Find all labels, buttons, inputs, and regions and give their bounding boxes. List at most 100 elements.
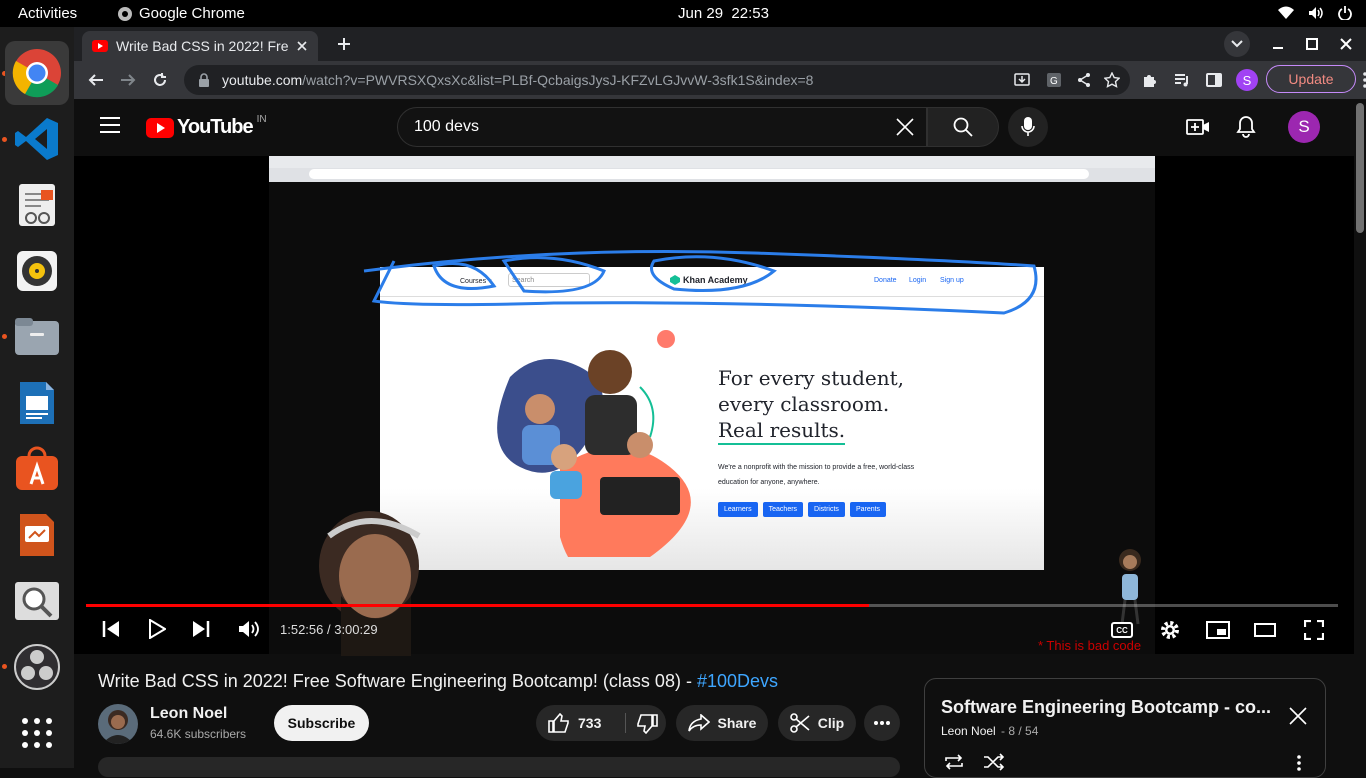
share-icon[interactable] [1076, 72, 1092, 88]
channel-avatar[interactable] [98, 704, 138, 744]
more-actions-button[interactable] [864, 705, 900, 741]
description-box[interactable] [98, 757, 900, 777]
profile-avatar[interactable]: S [1236, 69, 1258, 91]
video-title: Write Bad CSS in 2022! Free Software Eng… [98, 671, 898, 692]
slide-headline-line-2: every classroom. [718, 392, 890, 416]
loop-icon[interactable] [943, 753, 965, 771]
more-horizontal-icon [874, 721, 890, 725]
url-path: /watch?v=PWVRSXQxsXc&list=PLBf-QcbaigsJy… [302, 72, 814, 88]
account-avatar[interactable]: S [1288, 111, 1320, 143]
region-code: IN [256, 114, 267, 125]
volume-icon[interactable] [238, 620, 260, 638]
player-controls: 1:52:56 / 3:00:29 CC * This is bad code [74, 596, 1354, 654]
search-button[interactable] [927, 107, 999, 147]
like-thumb-up-icon[interactable] [548, 713, 570, 733]
reload-icon[interactable] [152, 72, 168, 88]
dislike-thumb-down-icon[interactable] [636, 714, 658, 734]
share-label: Share [717, 715, 757, 731]
text-editor-icon[interactable] [5, 173, 69, 237]
image-viewer-icon[interactable] [5, 569, 69, 633]
duration: 3:00:29 [334, 622, 378, 637]
install-app-icon[interactable] [1014, 72, 1030, 88]
extensions-puzzle-icon[interactable] [1142, 72, 1158, 88]
bookmark-star-icon[interactable] [1104, 72, 1120, 88]
app-menu[interactable]: Google Chrome [117, 5, 245, 22]
playlist-more-icon[interactable] [1297, 755, 1301, 771]
share-button[interactable]: Share [676, 705, 768, 741]
previous-icon[interactable] [102, 620, 120, 638]
forward-arrow-icon[interactable] [120, 72, 136, 88]
close-playlist-icon[interactable] [1289, 707, 1307, 725]
shuffle-icon[interactable] [983, 753, 1005, 771]
captions-icon[interactable]: CC [1111, 622, 1133, 638]
address-bar[interactable]: youtube.com/watch?v=PWVRSXQxsXc&list=PLB… [184, 65, 1130, 95]
slide-subtext-line-2: education for anyone, anywhere. [718, 479, 820, 486]
channel-name[interactable]: Leon Noel [150, 705, 227, 723]
impress-icon[interactable] [5, 503, 69, 567]
hashtag-link[interactable]: #100Devs [697, 671, 778, 691]
slide-button-learners: Learners [718, 502, 758, 517]
clip-button[interactable]: Clip [778, 705, 856, 741]
video-frame: Courses ▾ Search Khan Academy Donate Log… [269, 156, 1155, 656]
scissors-icon [789, 713, 810, 733]
create-video-icon[interactable] [1186, 117, 1210, 137]
scrollbar-thumb[interactable] [1356, 103, 1364, 233]
clear-search-icon[interactable] [896, 118, 914, 136]
slide-button-parents: Parents [849, 502, 887, 517]
chrome-icon[interactable] [5, 41, 69, 105]
minimize-icon[interactable] [1272, 38, 1284, 50]
rhythmbox-icon[interactable] [5, 239, 69, 303]
app-center-icon[interactable] [5, 437, 69, 501]
voice-search-button[interactable] [1008, 107, 1048, 147]
hamburger-menu-icon[interactable] [100, 117, 120, 133]
translate-icon[interactable]: G [1046, 72, 1062, 88]
clock[interactable]: Jun 29 22:53 [678, 5, 769, 22]
youtube-logo[interactable]: YouTube IN [146, 114, 267, 139]
vscode-icon[interactable] [5, 107, 69, 171]
activities-button[interactable]: Activities [18, 5, 77, 22]
search-query: 100 devs [414, 118, 479, 135]
url-text: youtube.com/watch?v=PWVRSXQxsXc&list=PLB… [222, 72, 813, 88]
play-icon[interactable] [148, 619, 166, 639]
like-dislike-group: 733 [536, 705, 666, 741]
files-icon[interactable] [5, 305, 69, 369]
browser-toolbar: youtube.com/watch?v=PWVRSXQxsXc&list=PLB… [74, 61, 1366, 99]
settings-gear-icon[interactable] [1160, 620, 1180, 640]
slide-subtext: We're a nonprofit with the mission to pr… [718, 460, 914, 490]
slide-audience-buttons: Learners Teachers Districts Parents [718, 502, 887, 517]
fullscreen-icon[interactable] [1304, 620, 1324, 640]
current-time: 1:52:56 [280, 622, 324, 637]
new-tab-button[interactable] [330, 32, 358, 56]
tab-search-chevron-down-icon[interactable] [1224, 31, 1250, 57]
browser-tab[interactable]: Write Bad CSS in 2022! Fre [82, 31, 318, 61]
playlist-owner[interactable]: Leon Noel [941, 724, 996, 738]
notifications-bell-icon[interactable] [1236, 116, 1256, 138]
media-queue-icon[interactable] [1174, 72, 1190, 88]
miniplayer-icon[interactable] [1206, 621, 1230, 639]
side-panel-icon[interactable] [1206, 72, 1222, 88]
subscribe-button[interactable]: Subscribe [274, 705, 369, 741]
next-icon[interactable] [192, 620, 210, 638]
back-arrow-icon[interactable] [88, 72, 104, 88]
close-window-icon[interactable] [1340, 38, 1352, 50]
obs-icon[interactable] [5, 635, 69, 699]
theater-mode-icon[interactable] [1254, 623, 1276, 637]
kebab-menu-icon[interactable] [1362, 72, 1366, 88]
microphone-icon [1021, 117, 1035, 137]
page-scrollbar[interactable] [1354, 99, 1366, 768]
search-input[interactable]: 100 devs [397, 107, 927, 147]
playlist-position-value: 8 / 54 [1008, 724, 1039, 738]
lock-icon [198, 73, 210, 87]
system-tray[interactable] [1278, 6, 1352, 20]
video-player[interactable]: Courses ▾ Search Khan Academy Donate Log… [74, 156, 1354, 656]
slide-subtext-line-1: We're a nonprofit with the mission to pr… [718, 464, 915, 471]
playlist-title[interactable]: Software Engineering Bootcamp - co... [941, 697, 1271, 718]
video-info: Write Bad CSS in 2022! Free Software Eng… [98, 671, 898, 692]
show-apps-icon[interactable] [5, 701, 69, 765]
close-tab-icon[interactable] [296, 40, 308, 52]
writer-icon[interactable] [5, 371, 69, 435]
youtube-page: YouTube IN 100 devs S Courses ▾ Search K… [74, 99, 1366, 778]
clip-label: Clip [817, 715, 845, 731]
update-button[interactable]: Update [1266, 65, 1356, 93]
maximize-icon[interactable] [1306, 38, 1318, 50]
